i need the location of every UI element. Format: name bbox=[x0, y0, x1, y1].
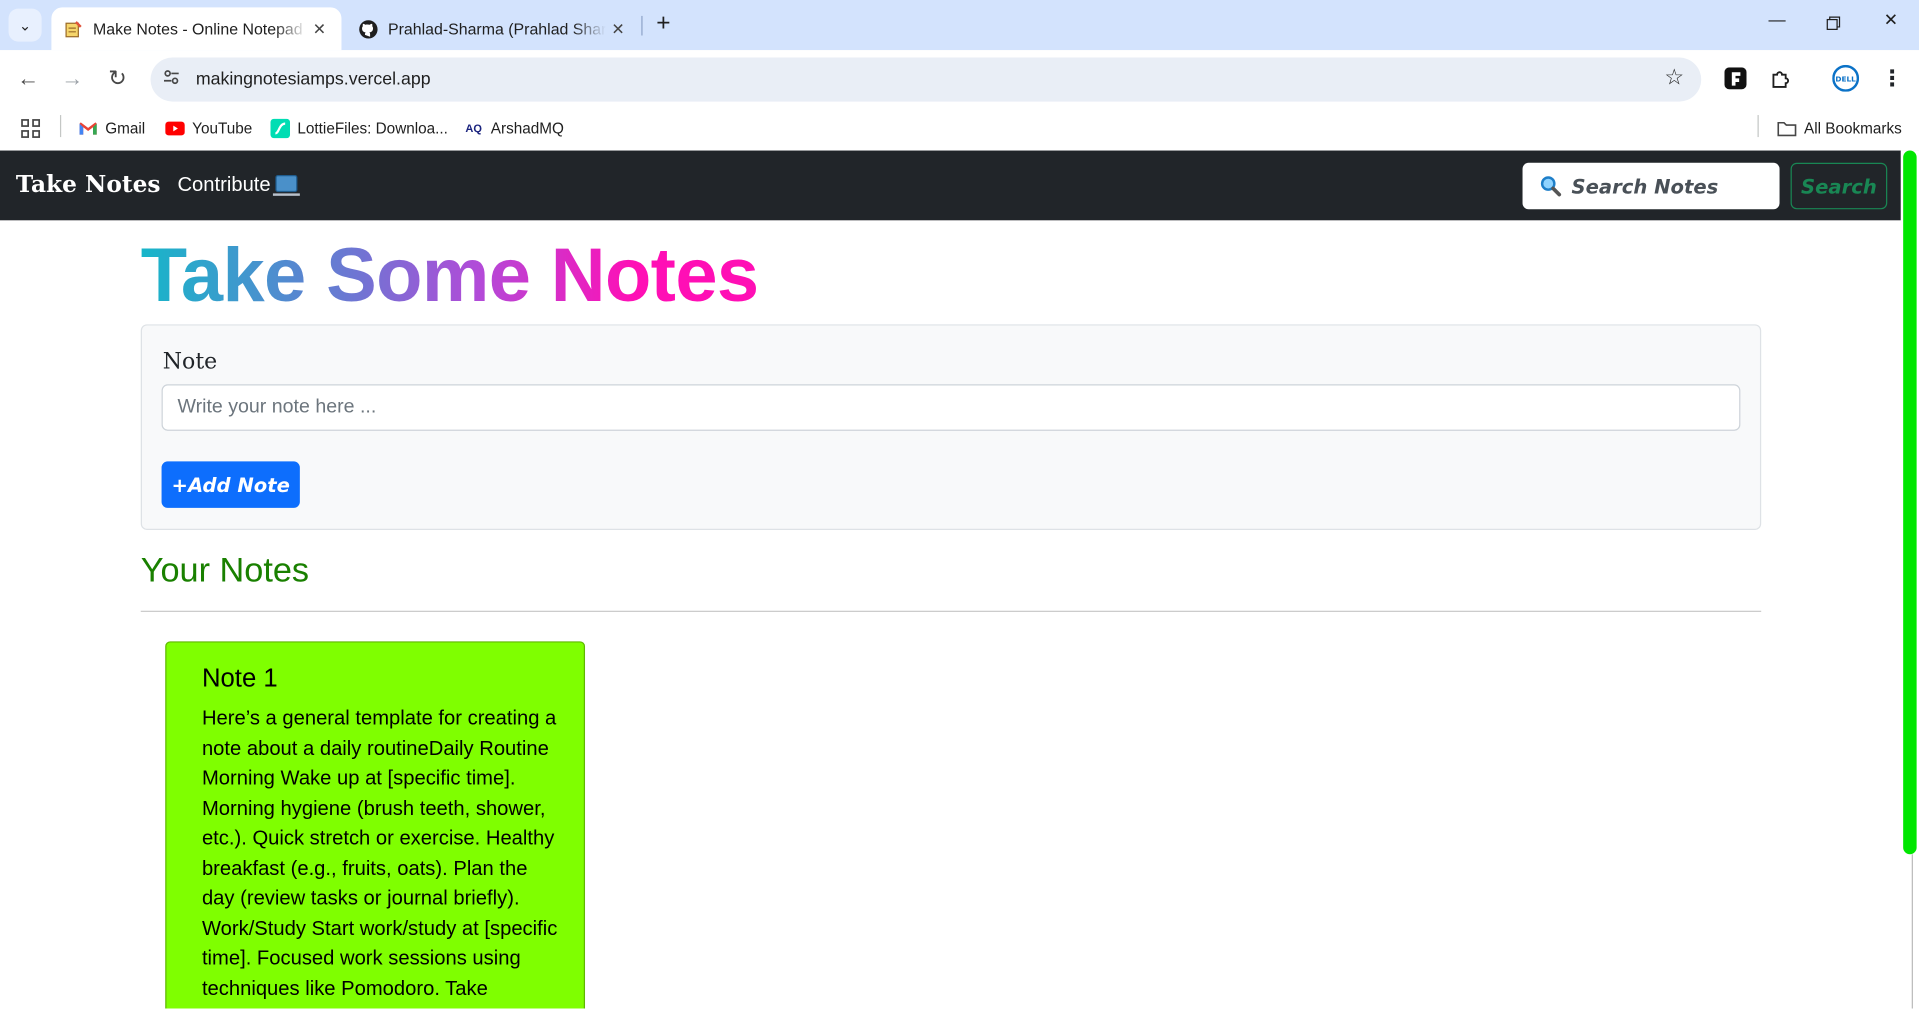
forward-arrow-icon[interactable]: → bbox=[58, 64, 87, 93]
add-note-form: Note +Add Note bbox=[140, 324, 1762, 530]
page-title: Take Some Notes bbox=[140, 233, 759, 319]
brand-link[interactable]: Take Notes bbox=[16, 171, 161, 198]
note-body: Here’s a general template for creating a… bbox=[201, 707, 558, 1000]
contribute-link[interactable]: Contribute bbox=[177, 173, 301, 197]
note-card: Note 1 Here’s a general template for cre… bbox=[165, 641, 586, 1009]
reload-icon[interactable]: ↻ bbox=[103, 64, 132, 93]
search-icon bbox=[1540, 175, 1562, 197]
bookmarks-bar: Gmail YouTube LottieFiles: Downloa... AQ… bbox=[0, 107, 1919, 151]
minimize-icon[interactable]: — bbox=[1762, 10, 1791, 39]
back-arrow-icon[interactable]: ← bbox=[13, 64, 42, 93]
profile-badge-text: DELL bbox=[1835, 74, 1856, 83]
arshadmq-icon: AQ bbox=[465, 122, 482, 135]
close-window-icon[interactable]: ✕ bbox=[1876, 10, 1905, 39]
all-bookmarks-label: All Bookmarks bbox=[1804, 119, 1902, 138]
tab-separator bbox=[641, 15, 643, 36]
address-bar[interactable]: makingnotesiamps.vercel.app ☆ bbox=[150, 57, 1702, 102]
scrollbar-thumb[interactable] bbox=[1903, 150, 1917, 855]
note-label: Note bbox=[162, 348, 218, 375]
browser-toolbar: ← → ↻ makingnotesiamps.vercel.app ☆ DELL… bbox=[0, 50, 1919, 108]
bookmark-divider bbox=[1757, 115, 1759, 138]
note-title: Note 1 bbox=[201, 664, 278, 693]
tab-make-notes[interactable]: Make Notes - Online Notepad / ✕ bbox=[51, 7, 342, 51]
laptop-icon bbox=[273, 175, 301, 196]
bookmark-label: ArshadMQ bbox=[490, 119, 564, 138]
bookmark-star-icon[interactable]: ☆ bbox=[1664, 65, 1684, 91]
your-notes-heading: Your Notes bbox=[140, 550, 310, 589]
tab-search-chevron-icon[interactable]: ⌄ bbox=[8, 8, 42, 42]
site-settings-icon[interactable] bbox=[163, 69, 180, 90]
github-icon bbox=[359, 19, 379, 39]
profile-avatar[interactable]: DELL bbox=[1832, 64, 1860, 92]
notepad-icon bbox=[64, 19, 84, 39]
url-text: makingnotesiamps.vercel.app bbox=[195, 69, 431, 90]
restore-icon[interactable] bbox=[1819, 10, 1848, 39]
app-navbar: Take Notes Contribute Search bbox=[0, 150, 1919, 221]
browser-window: ⌄ Make Notes - Online Notepad / ✕ Prahla… bbox=[0, 0, 1919, 1009]
tab-github[interactable]: Prahlad-Sharma (Prahlad Sharma) ✕ bbox=[346, 7, 640, 50]
page-scrollbar[interactable] bbox=[1900, 150, 1919, 1009]
web-page: Take Notes Contribute Search Take Some N… bbox=[0, 150, 1919, 1009]
lottiefiles-icon bbox=[270, 118, 291, 139]
contribute-label: Contribute bbox=[177, 173, 271, 196]
bookmark-divider bbox=[59, 115, 62, 138]
bookmark-youtube[interactable]: YouTube bbox=[165, 117, 252, 139]
folder-icon bbox=[1777, 119, 1797, 139]
tab-bar: ⌄ Make Notes - Online Notepad / ✕ Prahla… bbox=[0, 0, 1919, 51]
bookmark-label: YouTube bbox=[192, 119, 253, 138]
gmail-icon bbox=[78, 119, 98, 139]
search-button[interactable]: Search bbox=[1790, 162, 1888, 210]
close-icon[interactable]: ✕ bbox=[307, 19, 331, 39]
bookmark-lottiefiles[interactable]: LottieFiles: Downloa... bbox=[270, 117, 448, 139]
all-bookmarks[interactable]: All Bookmarks bbox=[1777, 117, 1902, 139]
kebab-menu-icon[interactable]: ⋮ bbox=[1879, 65, 1906, 92]
youtube-icon bbox=[165, 119, 185, 139]
extension-f-icon[interactable] bbox=[1722, 65, 1749, 92]
note-textarea[interactable] bbox=[161, 384, 1741, 431]
bookmark-label: LottieFiles: Downloa... bbox=[297, 119, 448, 138]
extensions-puzzle-icon[interactable] bbox=[1767, 65, 1794, 92]
bookmark-label: Gmail bbox=[105, 119, 146, 138]
add-note-button[interactable]: +Add Note bbox=[161, 461, 300, 508]
bookmark-arshadmq[interactable]: AQ ArshadMQ bbox=[464, 117, 564, 139]
bookmark-gmail[interactable]: Gmail bbox=[78, 117, 145, 139]
new-tab-plus-icon[interactable]: + bbox=[650, 11, 677, 38]
close-icon[interactable]: ✕ bbox=[606, 19, 630, 39]
apps-grid-icon[interactable] bbox=[21, 117, 41, 139]
scrollbar-track bbox=[1911, 854, 1913, 1009]
divider bbox=[140, 610, 1762, 612]
tab-title: Prahlad-Sharma (Prahlad Sharma) bbox=[387, 19, 606, 38]
tab-title: Make Notes - Online Notepad / bbox=[93, 19, 308, 38]
